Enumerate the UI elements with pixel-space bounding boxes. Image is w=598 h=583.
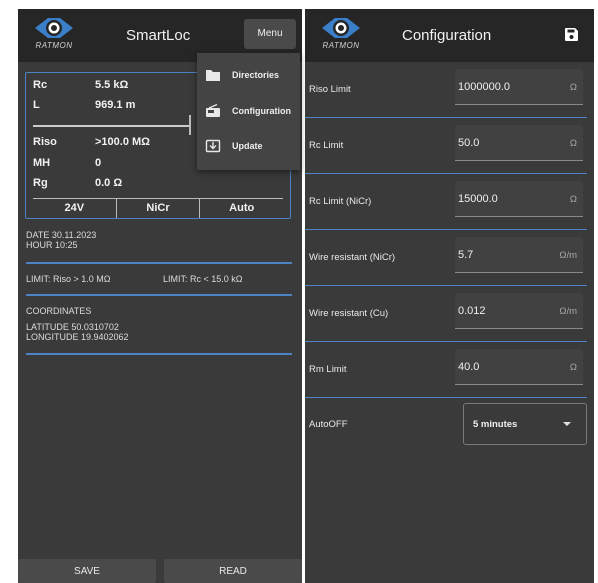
app-title: SmartLoc	[126, 27, 191, 44]
ratmon-logo: RATMON	[315, 16, 367, 54]
limit-rc-text: LIMIT: Rc < 15.0 kΩ	[163, 274, 243, 284]
page-title: Configuration	[402, 27, 492, 44]
field-unit: Ω	[569, 138, 577, 149]
logo-text: RATMON	[322, 41, 360, 50]
radio-icon	[206, 104, 220, 117]
field-value: 40.0	[458, 361, 480, 373]
reading-rg: Rg 0.0 Ω	[33, 177, 122, 189]
reading-label: Riso	[33, 136, 57, 148]
menu-item-directories[interactable]: Directories	[205, 65, 279, 85]
field-value: 0.012	[458, 305, 486, 317]
hour-text: HOUR 10:25	[26, 240, 78, 250]
reading-mh: MH 0	[33, 157, 101, 169]
wire-type-status: NiCr	[117, 199, 201, 218]
read-button[interactable]: READ	[164, 559, 302, 583]
config-row-wire-nicr: Wire resistant (NiCr) 5.7 Ω/m	[305, 230, 594, 286]
rm-limit-input[interactable]: 40.0 Ω	[455, 349, 583, 385]
wire-resistant-cu-input[interactable]: 0.012 Ω/m	[455, 293, 583, 329]
field-value: 5.7	[458, 249, 474, 261]
separator	[305, 396, 587, 398]
app-bar: RATMON Configuration	[305, 9, 594, 62]
eye-logo-icon	[35, 18, 73, 38]
config-row-rc-limit-nicr: Rc Limit (NiCr) 15000.0 Ω	[305, 174, 594, 230]
mode-status: Auto	[229, 202, 255, 214]
field-unit: Ω	[569, 82, 577, 93]
reading-label: L	[33, 99, 40, 111]
reading-riso: Riso >100.0 MΩ	[33, 136, 150, 148]
menu-item-label: Configuration	[232, 106, 291, 116]
menu-item-label: Update	[232, 141, 263, 151]
caret-down-icon	[563, 422, 571, 426]
separator	[26, 262, 292, 264]
config-row-rm-limit: Rm Limit 40.0 Ω	[305, 342, 594, 398]
divider	[189, 115, 191, 135]
menu-button[interactable]: Menu	[244, 19, 296, 49]
reading-value: 969.1 m	[95, 99, 136, 111]
field-label: Riso Limit	[309, 84, 351, 95]
voltage-status: 24V	[33, 199, 117, 218]
folder-icon	[206, 70, 220, 81]
menu-dropdown: Directories Configuration Update	[197, 53, 300, 170]
limit-riso-text: LIMIT: Riso > 1.0 MΩ	[26, 274, 111, 284]
separator	[26, 353, 292, 355]
reading-label: Rg	[33, 177, 48, 189]
status-bar: 24V NiCr Auto	[33, 198, 283, 218]
divider	[33, 125, 189, 127]
config-row-wire-cu: Wire resistant (Cu) 0.012 Ω/m	[305, 286, 594, 342]
menu-item-update[interactable]: Update	[205, 136, 263, 156]
field-value: 15000.0	[458, 193, 498, 205]
download-box-icon	[205, 139, 221, 153]
reading-label: Rc	[33, 79, 48, 91]
field-unit: Ω	[569, 194, 577, 205]
field-label: Rm Limit	[309, 364, 347, 375]
date-text: DATE 30.11.2023	[26, 230, 97, 240]
eye-logo-icon	[322, 18, 360, 38]
reading-rc: Rc 5.5 kΩ	[33, 79, 128, 91]
wire-resistant-nicr-input[interactable]: 5.7 Ω/m	[455, 237, 583, 273]
field-unit: Ω/m	[559, 250, 577, 261]
config-row-riso-limit: Riso Limit 1000000.0 Ω	[305, 62, 594, 118]
riso-limit-input[interactable]: 1000000.0 Ω	[455, 69, 583, 105]
reading-length: L 969.1 m	[33, 99, 135, 111]
field-label: Wire resistant (NiCr)	[309, 252, 396, 263]
save-button[interactable]: SAVE	[18, 559, 156, 583]
latitude-text: LATITUDE 50.0310702	[26, 322, 119, 332]
field-unit: Ω	[569, 362, 577, 373]
menu-item-configuration[interactable]: Configuration	[205, 101, 291, 121]
rc-limit-input[interactable]: 50.0 Ω	[455, 125, 583, 161]
autooff-label: AutoOFF	[309, 419, 348, 430]
reading-label: MH	[33, 157, 51, 169]
logo-text: RATMON	[35, 41, 73, 50]
field-value: 1000000.0	[458, 81, 510, 93]
config-row-rc-limit: Rc Limit 50.0 Ω	[305, 118, 594, 174]
menu-item-label: Directories	[232, 70, 280, 80]
coordinates-heading: COORDINATES	[26, 306, 92, 316]
reading-value: 0	[95, 157, 102, 169]
field-value: 50.0	[458, 137, 480, 149]
save-icon[interactable]	[565, 28, 578, 41]
separator	[26, 294, 292, 296]
rc-limit-nicr-input[interactable]: 15000.0 Ω	[455, 181, 583, 217]
reading-value: 5.5 kΩ	[95, 79, 129, 91]
field-label: Rc Limit	[309, 140, 344, 151]
autooff-select[interactable]: 5 minutes	[463, 403, 587, 445]
field-label: Rc Limit (NiCr)	[309, 196, 372, 207]
configuration-screen: RATMON Configuration Riso Limit 1000000.…	[305, 9, 594, 583]
ratmon-logo: RATMON	[28, 16, 80, 54]
autooff-value: 5 minutes	[473, 419, 518, 430]
longitude-text: LONGITUDE 19.9402062	[26, 332, 129, 342]
field-label: Wire resistant (Cu)	[309, 308, 389, 319]
field-unit: Ω/m	[559, 306, 577, 317]
reading-value: 0.0 Ω	[95, 177, 123, 189]
reading-value: >100.0 MΩ	[95, 136, 150, 148]
